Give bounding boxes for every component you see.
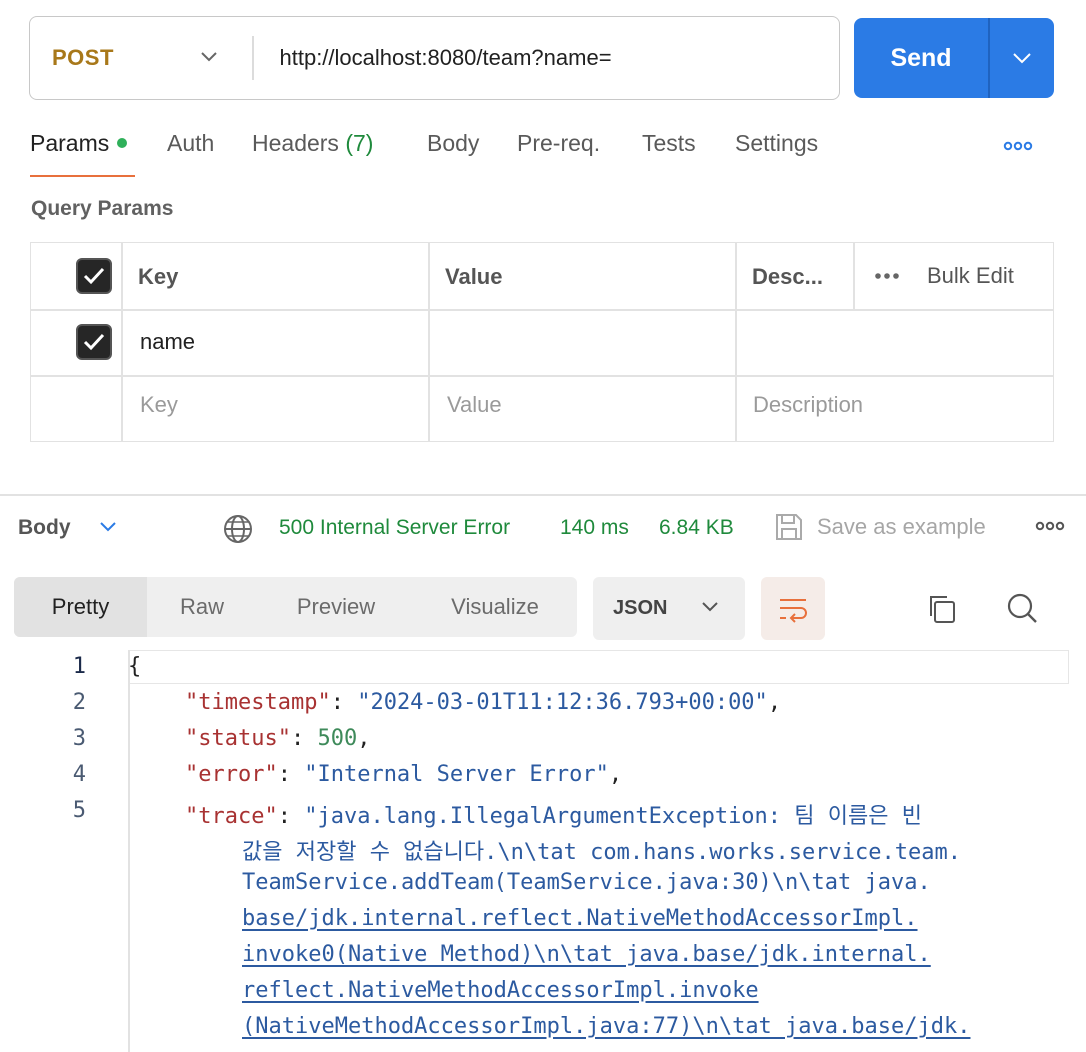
response-time[interactable]: 140 ms	[560, 516, 629, 540]
param-key-cell[interactable]: name	[140, 329, 195, 355]
checkbox-checked-icon	[83, 333, 105, 351]
search-icon[interactable]	[1005, 591, 1039, 625]
query-params-table: Key Value Desc... Bulk Edit name Key Val…	[30, 242, 1054, 442]
send-button[interactable]: Send	[854, 18, 1054, 98]
wrap-lines-icon	[780, 598, 807, 623]
json-line-error: "error": "Internal Server Error",	[185, 762, 623, 787]
bulk-edit-button[interactable]: Bulk Edit	[927, 263, 1014, 289]
line-number: 5	[72, 798, 86, 823]
request-bar: POST http://localhost:8080/team?name=	[29, 16, 840, 100]
active-tab-indicator	[30, 175, 135, 177]
select-all-checkbox[interactable]	[76, 258, 112, 294]
table-divider	[121, 243, 123, 441]
json-trace-link[interactable]: base/jdk.internal.reflect.NativeMethodAc…	[242, 906, 918, 931]
json-trace-link[interactable]: invoke0(Native Method)\n\tat java.base/j…	[242, 942, 931, 967]
table-divider	[31, 375, 1053, 377]
json-string-value: "java.lang.IllegalArgumentException: 팀 이…	[304, 804, 922, 829]
tab-prereq[interactable]: Pre-req.	[517, 130, 600, 157]
status-badge[interactable]: 500 Internal Server Error	[279, 516, 510, 540]
tab-tests[interactable]: Tests	[642, 130, 696, 157]
send-options-button[interactable]	[990, 52, 1055, 64]
json-trace-continuation: TeamService.addTeam(TeamService.java:30)…	[242, 870, 931, 895]
json-line-trace: "trace": "java.lang.IllegalArgumentExcep…	[185, 804, 922, 829]
new-param-key-input[interactable]: Key	[140, 392, 178, 418]
format-tab-preview[interactable]: Preview	[268, 577, 404, 637]
response-divider	[0, 494, 1086, 496]
save-as-example-button[interactable]: Save as example	[817, 514, 986, 540]
json-string-value: "2024-03-01T11:12:36.793+00:00"	[357, 690, 768, 715]
wrap-lines-button[interactable]	[761, 577, 825, 640]
json-key: "trace"	[185, 804, 278, 829]
json-open-brace: {	[128, 654, 142, 679]
chevron-down-icon	[1013, 53, 1031, 64]
new-param-description-input[interactable]: Description	[753, 392, 863, 418]
chevron-down-icon[interactable]	[98, 520, 118, 534]
json-trace-link[interactable]: reflect.NativeMethodAccessorImpl.invoke	[242, 978, 759, 1003]
language-select[interactable]: JSON	[593, 577, 745, 640]
table-divider	[31, 309, 1053, 311]
checkbox-checked-icon	[83, 267, 105, 285]
response-size[interactable]: 6.84 KB	[659, 516, 734, 540]
headers-count: (7)	[345, 130, 374, 156]
method-select[interactable]: POST	[30, 17, 252, 99]
tab-auth[interactable]: Auth	[167, 130, 214, 157]
query-params-title: Query Params	[31, 197, 174, 220]
tab-body[interactable]: Body	[427, 130, 479, 157]
line-number: 2	[72, 690, 86, 715]
save-icon[interactable]	[773, 511, 805, 543]
tab-settings[interactable]: Settings	[735, 130, 818, 157]
url-input[interactable]: http://localhost:8080/team?name=	[254, 45, 612, 71]
column-header-key: Key	[138, 264, 179, 289]
json-line-timestamp: "timestamp": "2024-03-01T11:12:36.793+00…	[185, 690, 782, 715]
tab-params-label: Params	[30, 130, 110, 156]
json-trace-continuation: 값을 저장할 수 없습니다.\n\tat com.hans.works.serv…	[242, 840, 961, 865]
copy-icon[interactable]	[926, 592, 958, 626]
tab-params[interactable]: Params	[30, 130, 128, 157]
gutter-divider	[128, 650, 130, 1052]
json-key: "error"	[185, 762, 278, 787]
more-icon[interactable]	[1035, 520, 1065, 532]
format-tab-raw[interactable]: Raw	[147, 577, 257, 637]
new-param-value-input[interactable]: Value	[447, 392, 502, 418]
more-icon[interactable]	[874, 271, 900, 281]
more-icon[interactable]	[1003, 140, 1033, 152]
column-header-value: Value	[445, 264, 503, 289]
column-header-description: Desc...	[752, 264, 823, 289]
table-divider	[853, 243, 855, 309]
table-divider	[735, 243, 737, 441]
line-number: 4	[72, 762, 86, 787]
language-label: JSON	[613, 597, 668, 619]
json-string-value: "Internal Server Error"	[304, 762, 609, 787]
tab-headers-label: Headers	[252, 130, 339, 156]
format-tabs: Pretty Raw Preview Visualize	[14, 577, 577, 637]
line-number: 1	[72, 654, 86, 679]
params-active-dot	[117, 137, 128, 148]
json-trace-link[interactable]: (NativeMethodAccessorImpl.java:77)\n\tat…	[242, 1014, 970, 1039]
response-body-label[interactable]: Body	[18, 516, 71, 540]
param-row-checkbox[interactable]	[76, 324, 112, 360]
json-key: "status"	[185, 726, 291, 751]
method-label: POST	[52, 45, 114, 70]
send-label: Send	[890, 43, 952, 72]
tab-headers[interactable]: Headers (7)	[252, 130, 373, 157]
line-number: 3	[72, 726, 86, 751]
globe-icon[interactable]	[222, 513, 254, 545]
json-key: "timestamp"	[185, 690, 331, 715]
format-tab-visualize[interactable]: Visualize	[424, 577, 566, 637]
current-line-highlight	[128, 650, 1069, 684]
json-number-value: 500	[317, 726, 358, 751]
json-line-status: "status": 500,	[185, 726, 371, 751]
chevron-down-icon	[702, 602, 718, 612]
table-divider	[428, 243, 430, 441]
format-tab-pretty[interactable]: Pretty	[14, 577, 147, 637]
chevron-down-icon	[201, 52, 217, 62]
response-body-editor[interactable]: 1 2 3 4 5 { "timestamp": "2024-03-01T11:…	[0, 650, 1086, 1052]
